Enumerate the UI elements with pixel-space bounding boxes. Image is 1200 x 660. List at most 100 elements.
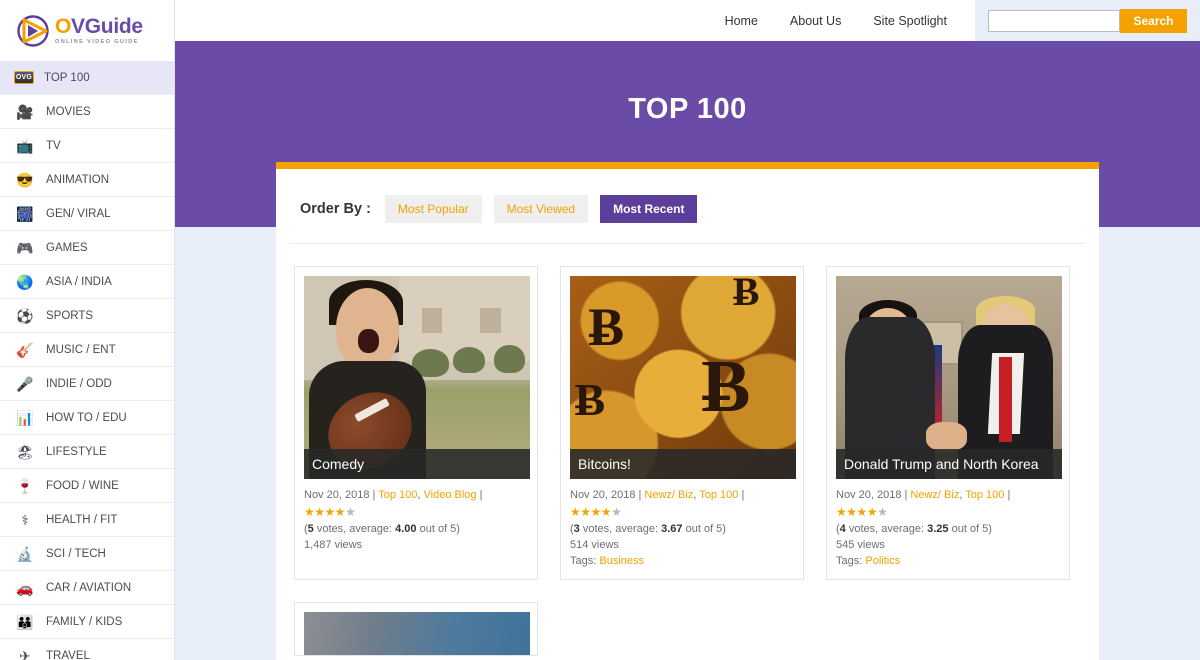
view-count: 1,487 views: [304, 539, 528, 551]
sidebar-item-food-wine[interactable]: 🍷FOOD / WINE: [0, 469, 174, 503]
star-filled-icon: ★: [314, 505, 324, 519]
cartoon-face-icon: 😎: [14, 170, 36, 190]
video-card[interactable]: ɃɃɃɃBitcoins! Nov 20, 2018 | Newz/ Biz, T…: [560, 266, 804, 580]
star-filled-icon: ★: [867, 505, 877, 519]
sidebar-item-label: SPORTS: [46, 310, 93, 322]
vote-summary: (5 votes, average: 4.00 out of 5): [304, 523, 528, 535]
logo-tagline: ONLINE VIDEO GUIDE: [55, 40, 143, 46]
video-thumbnail[interactable]: [304, 612, 530, 656]
sidebar-item-health-fit[interactable]: ⚕HEALTH / FIT: [0, 503, 174, 537]
star-rating[interactable]: ★★★★★: [570, 506, 794, 518]
video-category-link[interactable]: Top 100: [699, 489, 738, 501]
video-thumbnail[interactable]: Comedy: [304, 276, 530, 479]
sidebar-item-label: GAMES: [46, 242, 88, 254]
sidebar-item-movies[interactable]: 🎥MOVIES: [0, 95, 174, 129]
top-bar: Home About Us Site Spotlight Search: [175, 0, 1200, 41]
search-button[interactable]: Search: [1120, 9, 1186, 33]
vote-count: 5: [308, 523, 314, 535]
page-title: TOP 100: [175, 93, 1200, 126]
video-thumbnail[interactable]: Donald Trump and North Korea: [836, 276, 1062, 479]
search-input[interactable]: [988, 10, 1120, 32]
globe-icon: 🌏: [14, 272, 36, 292]
sidebar: OVGuide ONLINE VIDEO GUIDE OVGTOP 100🎥MO…: [0, 0, 175, 660]
tags-label: Tags:: [836, 555, 865, 567]
airplane-icon: ✈: [14, 646, 36, 660]
sidebar-item-tv[interactable]: 📺 TV: [0, 129, 174, 163]
sidebar-item-family-kids[interactable]: 👪FAMILY / KIDS: [0, 605, 174, 639]
topnav-link-about-us[interactable]: About Us: [790, 14, 841, 28]
site-logo[interactable]: OVGuide ONLINE VIDEO GUIDE: [0, 0, 174, 61]
television-icon: 📺: [14, 136, 36, 156]
video-category-link[interactable]: Top 100: [965, 489, 1004, 501]
logo-wordmark: OVGuide ONLINE VIDEO GUIDE: [55, 16, 143, 46]
tags-label: Tags:: [570, 555, 599, 567]
video-card[interactable]: [294, 602, 538, 656]
microphone-icon: 🎤: [14, 374, 36, 394]
star-empty-icon: ★: [611, 505, 621, 519]
vote-count: 4: [840, 523, 846, 535]
star-filled-icon: ★: [857, 505, 867, 519]
sidebar-item-gen-viral[interactable]: 🎆GEN/ VIRAL: [0, 197, 174, 231]
sidebar-item-lifestyle[interactable]: 🏖 LIFESTYLE: [0, 435, 174, 469]
video-card[interactable]: Donald Trump and North KoreaNov 20, 2018…: [826, 266, 1070, 580]
video-date: Nov 20, 2018: [304, 489, 369, 501]
video-title: Comedy: [304, 449, 530, 479]
video-thumbnail[interactable]: ɃɃɃɃBitcoins!: [570, 276, 796, 479]
tag-link[interactable]: Business: [599, 555, 644, 567]
vote-average: 3.67: [661, 523, 682, 535]
tag-list: Tags: Business: [570, 555, 794, 567]
sidebar-item-car-aviation[interactable]: 🚗 CAR / AVIATION: [0, 571, 174, 605]
star-filled-icon: ★: [591, 505, 601, 519]
sidebar-item-label: MOVIES: [46, 106, 91, 118]
order-by-most-popular-button[interactable]: Most Popular: [385, 195, 482, 223]
star-rating[interactable]: ★★★★★: [304, 506, 528, 518]
sidebar-nav: OVGTOP 100🎥MOVIES 📺 TV 😎 ANIMATION 🎆GEN/ VIRA…: [0, 61, 174, 660]
sidebar-item-music-ent[interactable]: 🎸MUSIC / ENT: [0, 333, 174, 367]
video-title: Donald Trump and North Korea: [836, 449, 1062, 479]
order-by-most-recent-button[interactable]: Most Recent: [600, 195, 697, 223]
ovg-logo-icon: [16, 14, 50, 48]
sidebar-item-label: LIFESTYLE: [46, 446, 107, 458]
sidebar-item-animation[interactable]: 😎 ANIMATION: [0, 163, 174, 197]
star-filled-icon: ★: [601, 505, 611, 519]
ovg-badge-icon: OVG: [14, 71, 34, 84]
video-meta: Nov 20, 2018 | Top 100, Video Blog |: [304, 488, 528, 504]
sidebar-item-indie-odd[interactable]: 🎤INDIE / ODD: [0, 367, 174, 401]
topnav-link-site-spotlight[interactable]: Site Spotlight: [873, 14, 947, 28]
car-plane-icon: 🚗: [14, 578, 36, 598]
topnav-link-home[interactable]: Home: [725, 14, 758, 28]
sidebar-item-sci-tech[interactable]: 🔬 SCI / TECH: [0, 537, 174, 571]
sidebar-item-travel[interactable]: ✈TRAVEL: [0, 639, 174, 660]
star-rating[interactable]: ★★★★★: [836, 506, 1060, 518]
star-empty-icon: ★: [345, 505, 355, 519]
sidebar-item-how-to-edu[interactable]: 📊 HOW TO / EDU: [0, 401, 174, 435]
sidebar-item-label: TV: [46, 140, 61, 152]
video-meta: Nov 20, 2018 | Newz/ Biz, Top 100 |: [570, 488, 794, 504]
order-by-label: Order By :: [300, 201, 371, 217]
order-by-most-viewed-button[interactable]: Most Viewed: [494, 195, 588, 223]
sidebar-item-games[interactable]: 🎮GAMES: [0, 231, 174, 265]
top-navigation: Home About Us Site Spotlight: [725, 14, 947, 28]
video-category-link[interactable]: Newz/ Biz: [910, 489, 959, 501]
video-category-link[interactable]: Newz/ Biz: [644, 489, 693, 501]
sidebar-item-top-100[interactable]: OVGTOP 100: [0, 61, 174, 95]
sidebar-item-label: SCI / TECH: [46, 548, 106, 560]
family-icon: 👪: [14, 612, 36, 632]
video-category-link[interactable]: Video Blog: [424, 489, 477, 501]
sidebar-item-label: CAR / AVIATION: [46, 582, 131, 594]
microscope-icon: 🔬: [14, 544, 36, 564]
video-card[interactable]: Comedy Nov 20, 2018 | Top 100, Video Blog…: [294, 266, 538, 580]
sidebar-item-label: HOW TO / EDU: [46, 412, 127, 424]
logo-word-guide: Guide: [85, 15, 143, 38]
video-category-link[interactable]: Top 100: [378, 489, 417, 501]
tag-list: Tags: Politics: [836, 555, 1060, 567]
sky-photo: [304, 612, 530, 656]
sidebar-item-asia-india[interactable]: 🌏ASIA / INDIA: [0, 265, 174, 299]
beach-chair-icon: 🏖: [14, 442, 36, 462]
tag-link[interactable]: Politics: [865, 555, 900, 567]
sidebar-item-sports[interactable]: ⚽SPORTS: [0, 299, 174, 333]
sidebar-item-label: ANIMATION: [46, 174, 109, 186]
vote-summary: (3 votes, average: 3.67 out of 5): [570, 523, 794, 535]
view-count: 514 views: [570, 539, 794, 551]
presentation-icon: 📊: [14, 408, 36, 428]
